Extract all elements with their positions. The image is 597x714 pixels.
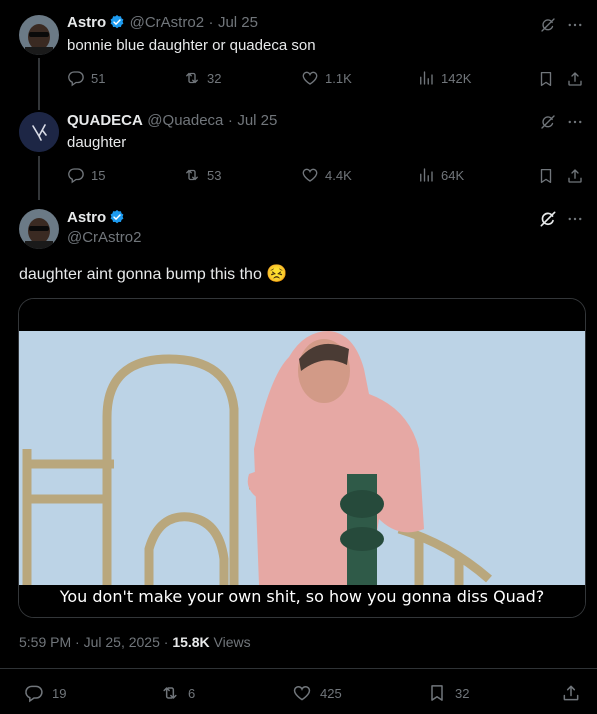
views-button[interactable]: 142K xyxy=(417,69,471,87)
share-button[interactable] xyxy=(561,683,581,703)
views-button[interactable]: 64K xyxy=(417,166,464,184)
more-icon[interactable] xyxy=(565,112,585,132)
view-count: 15.8K xyxy=(172,634,210,650)
reply-button[interactable]: 19 xyxy=(24,683,66,703)
bookmark-button[interactable] xyxy=(536,69,556,89)
bookmark-icon xyxy=(537,70,555,88)
verified-badge-icon xyxy=(109,14,125,30)
like-icon xyxy=(292,683,312,703)
retweet-button[interactable]: 32 xyxy=(183,69,221,87)
avatar[interactable] xyxy=(19,112,59,152)
author-name[interactable]: QUADECA xyxy=(67,112,143,129)
verified-badge-icon xyxy=(109,209,125,225)
share-icon xyxy=(561,683,581,703)
retweet-icon xyxy=(160,683,180,703)
like-icon xyxy=(301,69,319,87)
video-caption: You don't make your own shit, so how you… xyxy=(59,587,545,606)
more-icon[interactable] xyxy=(565,15,585,35)
bookmark-button[interactable]: 32 xyxy=(427,683,469,703)
like-count: 425 xyxy=(320,685,342,701)
tweet-date[interactable]: Jul 25 xyxy=(218,14,258,31)
retweet-count: 32 xyxy=(207,70,222,86)
avatar[interactable] xyxy=(19,15,59,55)
thread-line xyxy=(38,58,40,110)
views-icon xyxy=(417,166,435,184)
media-video[interactable]: You don't make your own shit, so how you… xyxy=(18,298,586,618)
reply-icon xyxy=(67,166,85,184)
tweet-text: daughter xyxy=(67,134,127,151)
like-button[interactable]: 4.4K xyxy=(301,166,352,184)
like-icon xyxy=(301,166,319,184)
tweet-text: daughter aint gonna bump this tho xyxy=(19,266,262,283)
bookmark-icon xyxy=(537,167,555,185)
share-icon xyxy=(566,167,584,185)
bookmark-icon xyxy=(427,683,447,703)
reply-icon xyxy=(67,69,85,87)
views-label: Views xyxy=(209,634,251,650)
reply-button[interactable]: 15 xyxy=(67,166,105,184)
tweet-timestamp[interactable]: 5:59 PM · Jul 25, 2025 · xyxy=(19,634,172,650)
dot-separator: · xyxy=(208,14,214,31)
more-icon[interactable] xyxy=(565,209,585,229)
author-handle[interactable]: @CrAstro2 xyxy=(130,14,204,31)
avatar[interactable] xyxy=(19,209,59,249)
views-count: 142K xyxy=(441,70,472,86)
author-name[interactable]: Astro xyxy=(67,209,106,226)
retweet-icon xyxy=(183,166,201,184)
grok-icon[interactable] xyxy=(538,112,558,132)
retweet-button[interactable]: 6 xyxy=(160,683,195,703)
retweet-icon xyxy=(183,69,201,87)
like-button[interactable]: 425 xyxy=(292,683,342,703)
views-count: 64K xyxy=(441,167,465,183)
reply-count: 15 xyxy=(91,167,106,183)
reply-button[interactable]: 51 xyxy=(67,69,105,87)
bookmark-count: 32 xyxy=(455,685,470,701)
thread-line xyxy=(38,156,40,200)
retweet-button[interactable]: 53 xyxy=(183,166,221,184)
author-handle[interactable]: @Quadeca xyxy=(147,112,223,129)
divider xyxy=(0,668,597,669)
share-button[interactable] xyxy=(565,166,585,186)
tweet-text: bonnie blue daughter or quadeca son xyxy=(67,37,316,54)
share-icon xyxy=(566,70,584,88)
like-count: 1.1K xyxy=(325,70,352,86)
reply-count: 51 xyxy=(91,70,106,86)
views-icon xyxy=(417,69,435,87)
retweet-count: 53 xyxy=(207,167,222,183)
like-button[interactable]: 1.1K xyxy=(301,69,352,87)
reply-count: 19 xyxy=(52,685,67,701)
timestamp-line: 5:59 PM · Jul 25, 2025 · 15.8K Views xyxy=(19,634,251,650)
grok-icon[interactable] xyxy=(538,15,558,35)
share-button[interactable] xyxy=(565,69,585,89)
retweet-count: 6 xyxy=(188,685,196,701)
like-count: 4.4K xyxy=(325,167,352,183)
author-name[interactable]: Astro xyxy=(67,14,106,31)
grok-icon[interactable] xyxy=(538,209,558,229)
dot-separator: · xyxy=(227,112,233,129)
reply-icon xyxy=(24,683,44,703)
emoji-persevering: 😣 xyxy=(266,264,288,283)
bookmark-button[interactable] xyxy=(536,166,556,186)
author-handle[interactable]: @CrAstro2 xyxy=(67,229,141,246)
tweet-date[interactable]: Jul 25 xyxy=(237,112,277,129)
